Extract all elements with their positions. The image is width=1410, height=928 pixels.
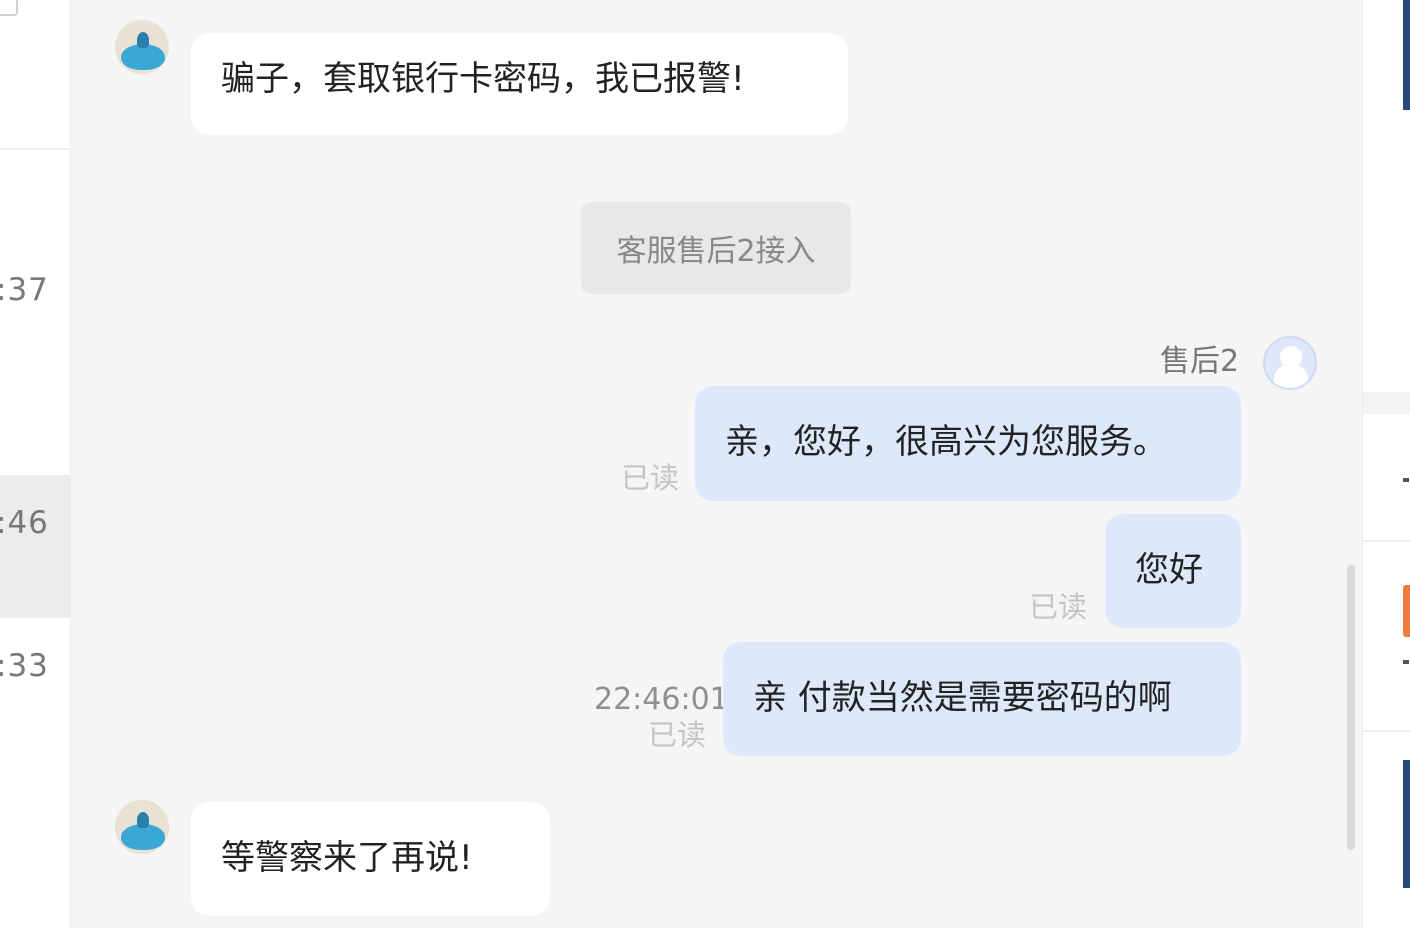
outgoing-message-bubble[interactable]: 您好 bbox=[1105, 514, 1241, 628]
panel-badge[interactable] bbox=[1403, 585, 1410, 637]
incoming-message-bubble[interactable]: 等警察来了再说! bbox=[191, 802, 550, 916]
read-status: 已读 bbox=[648, 718, 707, 752]
conversation-time: :46 bbox=[0, 505, 49, 541]
customer-avatar[interactable] bbox=[115, 800, 169, 854]
outgoing-message-bubble[interactable]: 亲 付款当然是需要密码的啊 bbox=[723, 642, 1241, 756]
panel-image bbox=[1403, 760, 1410, 888]
avatar-image-detail bbox=[137, 812, 149, 828]
avatar-image-detail bbox=[137, 32, 149, 48]
right-side-panel bbox=[1362, 0, 1410, 928]
panel-mark bbox=[1403, 660, 1409, 664]
avatar-body bbox=[1274, 364, 1308, 388]
panel-divider bbox=[1363, 730, 1410, 732]
system-notice: 客服售后2接入 bbox=[581, 202, 851, 294]
conversation-item[interactable]: :33 bbox=[0, 620, 70, 928]
conversation-time: :37 bbox=[0, 272, 49, 308]
sender-name: 售后2 bbox=[1160, 344, 1240, 379]
panel-image bbox=[1403, 0, 1410, 110]
outgoing-message-bubble[interactable]: 亲，您好，很高兴为您服务。 bbox=[695, 386, 1241, 501]
conversation-list: :37 :46 :33 bbox=[0, 0, 71, 928]
conversation-time: :33 bbox=[0, 648, 49, 684]
agent-avatar[interactable] bbox=[1263, 336, 1317, 390]
conversation-item-active[interactable]: :46 bbox=[0, 475, 70, 618]
chat-message-area: 骗子，套取银行卡密码，我已报警! 客服售后2接入 售后2 已读 亲，您好，很高兴… bbox=[71, 0, 1360, 928]
conversation-item[interactable]: :37 bbox=[0, 150, 70, 472]
customer-avatar[interactable] bbox=[115, 20, 169, 74]
select-checkbox[interactable] bbox=[0, 0, 18, 16]
read-status: 已读 bbox=[1029, 590, 1088, 624]
panel-divider bbox=[1363, 392, 1410, 414]
incoming-message-bubble[interactable]: 骗子，套取银行卡密码，我已报警! bbox=[191, 33, 848, 135]
panel-mark bbox=[1403, 478, 1409, 482]
chat-scrollbar[interactable] bbox=[1347, 565, 1355, 850]
read-status: 已读 bbox=[621, 461, 680, 495]
panel-divider bbox=[1363, 540, 1410, 542]
